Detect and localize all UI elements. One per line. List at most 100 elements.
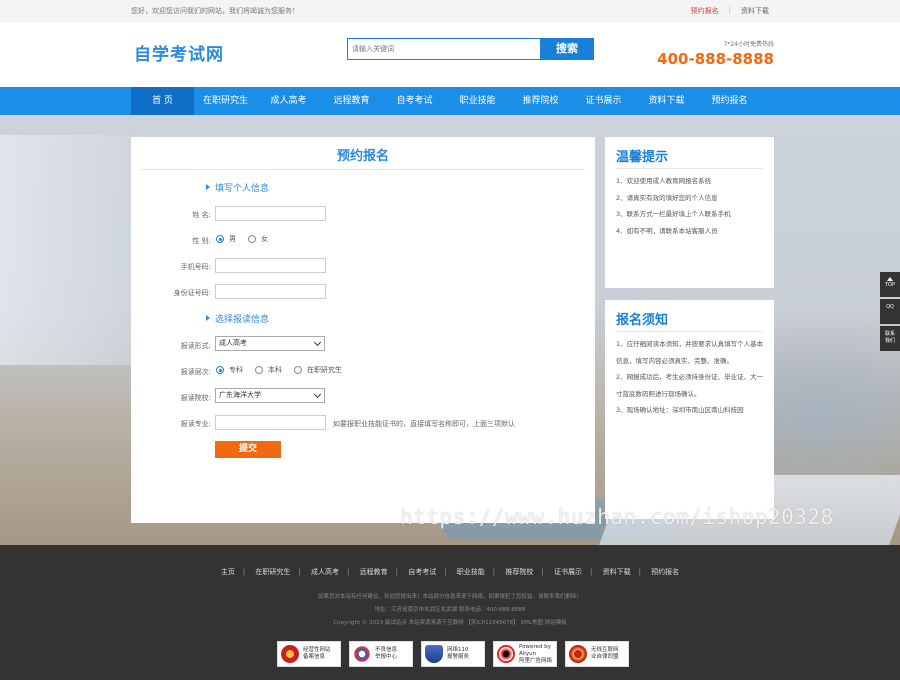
seal-icon: [569, 645, 587, 663]
nav-item-postgraduate[interactable]: 在职研究生: [194, 87, 257, 115]
search-button[interactable]: 搜索: [540, 38, 594, 60]
welcome-text: 您好，欢迎您访问我们的网站，我们将竭诚为您服务！: [131, 7, 299, 15]
level-option-bachelor[interactable]: 本科: [255, 365, 282, 375]
nav-item-downloads[interactable]: 资料下载: [635, 87, 698, 115]
footer-copyright: Copyright © 2023 最试站点 本站资源来源于互联网 【苏ICP12…: [333, 620, 567, 626]
section-study-label: 选择报读信息: [215, 315, 270, 325]
major-label: 报读专业:: [180, 420, 211, 428]
badge-aliyun[interactable]: Powered by Aliyun 阿里广告网络: [493, 641, 557, 667]
signup-form-panel: 预约报名 填写个人信息 姓 名: 性 别: 男 女 手机号码: 身份证号码: 选…: [131, 137, 595, 523]
background-monitor: [0, 135, 140, 365]
badge-business-site[interactable]: 经营性网站 备案信息: [277, 641, 341, 667]
police-emblem-icon: [281, 645, 299, 663]
radio-male[interactable]: [216, 235, 224, 243]
footer-separator: |: [492, 568, 496, 576]
badge-line: 网络110: [447, 647, 469, 653]
badge-line: 经营性网站: [303, 647, 331, 653]
level-junior-label: 专科: [229, 366, 243, 374]
study-form-value: 成人高考: [219, 339, 247, 347]
top-link-download[interactable]: 资料下载: [741, 6, 769, 16]
back-to-top-label: TOP: [884, 282, 895, 288]
site-logo[interactable]: 自学考试网: [134, 40, 224, 65]
radio-female[interactable]: [248, 235, 256, 243]
footer-separator: |: [589, 568, 593, 576]
badge-report-center[interactable]: 不良信息 举报中心: [349, 641, 413, 667]
section-personal-label: 填写个人信息: [215, 184, 270, 194]
major-hint: 如要报职业技能证书的，直接填写名称即可，上面三项默认: [333, 420, 515, 428]
tips-title: 温馨提示: [616, 150, 669, 165]
level-option-junior[interactable]: 专科: [216, 365, 243, 375]
site-header: 自学考试网 搜索 7*24小时免费热线 400-888-8888: [0, 22, 900, 87]
qq-button[interactable]: QQ: [880, 299, 900, 324]
school-select[interactable]: 广东海洋大学: [215, 388, 325, 403]
top-bar: 您好，欢迎您访问我们的网站，我们将竭诚为您服务！ 预约报名 | 资料下载: [0, 0, 900, 22]
major-field[interactable]: [215, 415, 326, 430]
footer-link-vocational[interactable]: 职业技能: [457, 568, 485, 576]
watermark-text: https://www.huzhan.com/ishop20328: [400, 505, 834, 529]
id-number-field[interactable]: [215, 284, 326, 299]
notice-box: 报名须知 1、应仔细阅读本须知，并按要求认真填写个人基本信息，填写内容必须真实、…: [605, 300, 774, 519]
nav-item-vocational[interactable]: 职业技能: [446, 87, 509, 115]
radio-junior-college[interactable]: [216, 366, 224, 374]
study-form-label: 报读形式:: [180, 342, 211, 350]
nav-item-self-exam[interactable]: 自考考试: [383, 87, 446, 115]
badge-line: Powered by Aliyun: [519, 643, 551, 657]
footer-separator: |: [638, 568, 641, 576]
list-item: 3、联系方式一栏最好填上个人联系手机: [616, 210, 731, 218]
name-field[interactable]: [215, 206, 326, 221]
study-form-select[interactable]: 成人高考: [215, 336, 325, 351]
badge-police-110[interactable]: 网络110 报警服务: [421, 641, 485, 667]
gender-option-male[interactable]: 男: [216, 234, 236, 244]
top-link-signup[interactable]: 预约报名: [691, 6, 719, 16]
aliyun-eye-icon: [497, 645, 515, 663]
chevron-down-icon: [313, 338, 322, 347]
radio-bachelor[interactable]: [255, 366, 263, 374]
nav-item-certificates[interactable]: 证书展示: [572, 87, 635, 115]
radio-postgraduate[interactable]: [294, 366, 302, 374]
badge-line: 无线互联网: [591, 647, 619, 653]
footer-link-self-exam[interactable]: 自考考试: [408, 568, 436, 576]
gender-male-label: 男: [229, 235, 236, 243]
search-input[interactable]: [347, 38, 540, 60]
list-item: 2、请真实有效的填好您的个人信息: [616, 193, 718, 202]
badge-wireless-alliance[interactable]: 无线互联网 业自律同盟: [565, 641, 629, 667]
level-bachelor-label: 本科: [268, 366, 282, 374]
footer-link-schools[interactable]: 推荐院校: [505, 568, 533, 576]
footer-link-distance[interactable]: 远程教育: [360, 568, 388, 576]
phone-label: 手机号码:: [180, 263, 211, 271]
footer-nav: 主页 | 在职研究生 | 成人高考 | 远程教育 | 自考考试 | 职业技能 | 推荐院校 |…: [0, 567, 900, 577]
footer-separator: |: [395, 568, 398, 576]
submit-button[interactable]: 提交: [215, 441, 281, 458]
study-level-radio-group: 专科 本科 在职研究生: [216, 365, 354, 375]
nav-item-adult-exam[interactable]: 成人高考: [257, 87, 320, 115]
gender-option-female[interactable]: 女: [248, 234, 268, 244]
nav-item-signup[interactable]: 预约报名: [698, 87, 761, 115]
footer-link-adult-exam[interactable]: 成人高考: [311, 568, 339, 576]
back-to-top-button[interactable]: TOP: [880, 272, 900, 297]
nav-item-home[interactable]: 首 页: [131, 87, 194, 115]
footer-link-postgraduate[interactable]: 在职研究生: [255, 568, 290, 576]
footer-separator: |: [541, 568, 544, 576]
footer-link-certificates[interactable]: 证书展示: [554, 568, 582, 576]
study-level-label: 报读层次:: [180, 368, 211, 376]
hotline: 7*24小时免费热线 400-888-8888: [657, 39, 774, 68]
main-nav: 首 页 在职研究生 成人高考 远程教育 自考考试 职业技能 推荐院校 证书展示 …: [0, 87, 900, 115]
nav-item-distance[interactable]: 远程教育: [320, 87, 383, 115]
triangle-right-icon: [206, 315, 210, 321]
site-footer: 主页 | 在职研究生 | 成人高考 | 远程教育 | 自考考试 | 职业技能 | 推荐院校 |…: [0, 545, 900, 680]
top-links: 预约报名 | 资料下载: [691, 6, 769, 16]
nav-item-schools[interactable]: 推荐院校: [509, 87, 572, 115]
level-option-postgraduate[interactable]: 在职研究生: [294, 365, 342, 375]
arrow-up-icon: [887, 277, 893, 281]
phone-field[interactable]: [215, 258, 326, 273]
hotline-number: 400-888-8888: [657, 50, 774, 68]
triangle-right-icon: [206, 184, 210, 190]
contact-button[interactable]: 联系 我们: [880, 326, 900, 351]
footer-separator: |: [444, 568, 447, 576]
badge-line: 报警服务: [447, 654, 470, 660]
footer-link-signup[interactable]: 预约报名: [651, 568, 679, 576]
footer-link-home[interactable]: 主页: [221, 568, 235, 576]
footer-link-downloads[interactable]: 资料下载: [603, 568, 631, 576]
notice-list: 1、应仔细阅读本须知，并按要求认真填写个人基本信息，填写内容必须真实、完整、准确…: [616, 336, 766, 419]
chevron-down-icon: [313, 390, 322, 399]
